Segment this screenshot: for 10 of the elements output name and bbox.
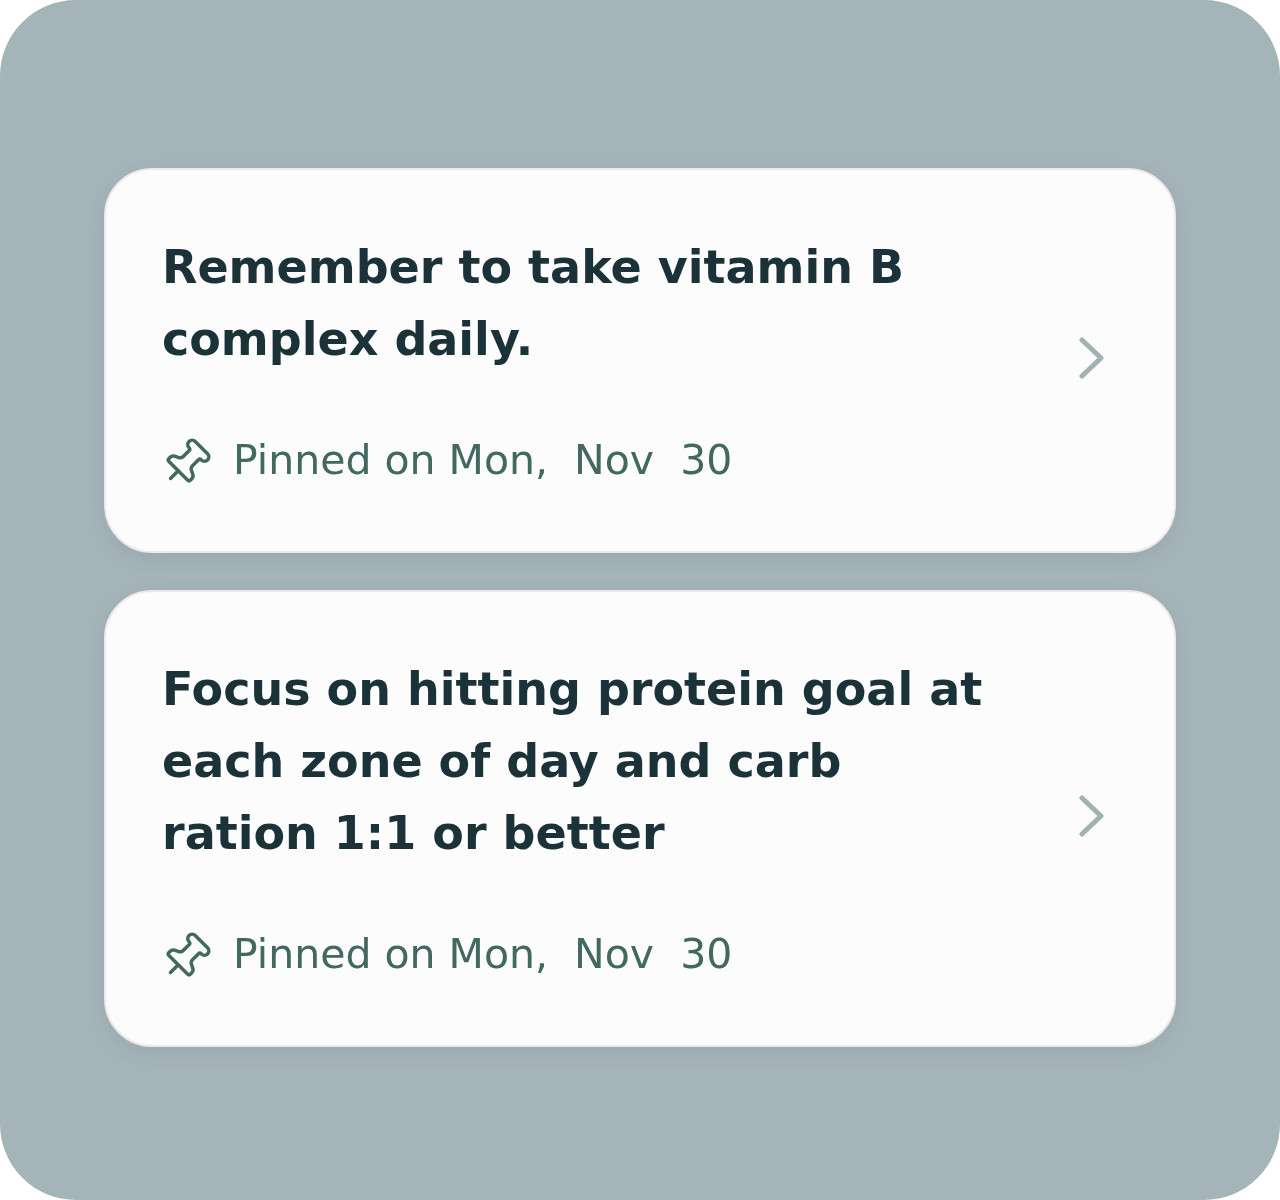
pinned-date: Pinned on Mon, Nov 30	[233, 930, 733, 978]
chevron-right-icon	[1079, 336, 1105, 379]
note-card[interactable]: Remember to take vitamin B complex daily. Pinned on Mon, Nov 30	[104, 168, 1176, 553]
pushpin-icon	[165, 436, 213, 484]
note-card[interactable]: Focus on hitting protein goal at each zone of day and carb ration 1:1 or better Pinned on Mon, Nov 30	[104, 590, 1176, 1047]
note-text: Focus on hitting protein goal at each zone of day and carb ration 1:1 or better	[162, 661, 984, 862]
pushpin-icon	[165, 930, 213, 978]
note-text: Remember to take vitamin B complex daily.	[162, 239, 906, 368]
chevron-right-icon	[1079, 794, 1105, 837]
pinned-date: Pinned on Mon, Nov 30	[233, 436, 733, 484]
